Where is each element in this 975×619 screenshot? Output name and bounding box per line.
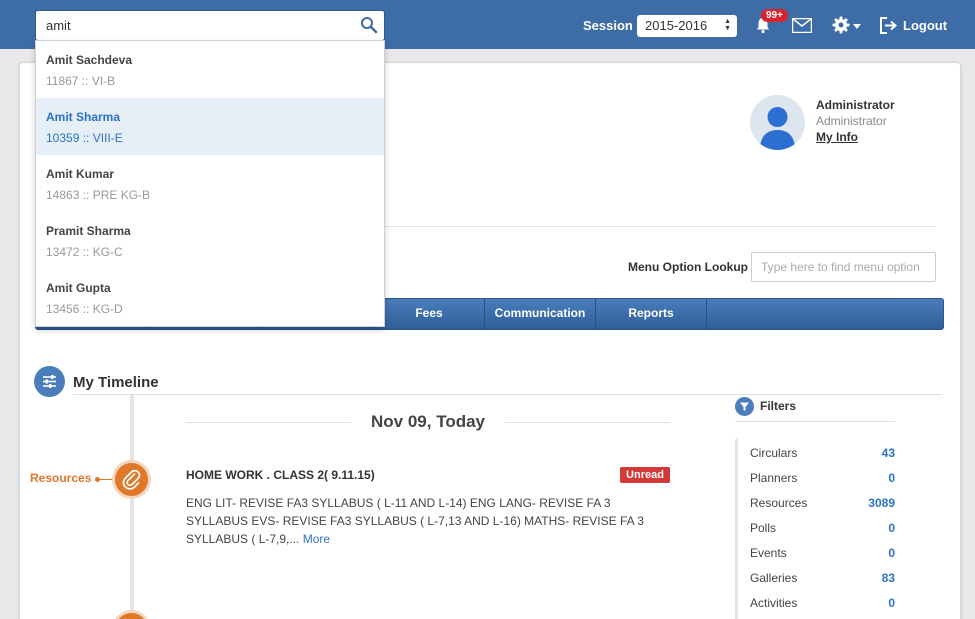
timeline-category-label: Resources xyxy=(30,471,92,485)
student-search-input[interactable] xyxy=(36,11,356,40)
profile-role: Administrator xyxy=(816,114,887,128)
search-suggestions-dropdown: Amit Sachdeva 11867 :: VI-B Amit Sharma … xyxy=(35,40,385,327)
notification-badge: 99+ xyxy=(761,9,788,22)
filter-count: 0 xyxy=(888,521,895,535)
filter-name: Galleries xyxy=(750,571,798,585)
suggestion-item[interactable]: Pramit Sharma 13472 :: KG-C xyxy=(36,212,384,269)
suggestion-name: Amit Gupta xyxy=(46,281,111,295)
filter-count: 3089 xyxy=(868,496,895,510)
post-body: ENG LIT- REVISE FA3 SYLLABUS ( L-11 AND … xyxy=(186,494,671,548)
timeline-title: My Timeline xyxy=(73,374,159,391)
filter-name: Resources xyxy=(750,496,808,510)
suggestion-detail: 13472 :: KG-C xyxy=(46,245,123,259)
select-arrows-icon: ▲ ▼ xyxy=(724,18,731,32)
filter-item-resources[interactable]: Resources 3089 xyxy=(750,491,895,511)
date-rule-right xyxy=(505,422,670,423)
filter-name: Polls xyxy=(750,521,777,535)
chevron-down-icon[interactable] xyxy=(853,24,861,29)
suggestion-item[interactable]: Amit Gupta 13456 :: KG-D xyxy=(36,269,384,326)
filter-count: 0 xyxy=(888,546,895,560)
filters-divider xyxy=(735,421,895,422)
menu-item-communication[interactable]: Communication xyxy=(485,299,596,329)
filters-side-bar xyxy=(735,439,738,619)
filter-item-activities[interactable]: Activities 0 xyxy=(750,591,895,611)
post-body-text: ENG LIT- REVISE FA3 SYLLABUS ( L-11 AND … xyxy=(186,496,644,546)
filter-name: Circulars xyxy=(750,446,798,460)
gear-icon[interactable] xyxy=(832,16,850,34)
post-title[interactable]: HOME WORK . CLASS 2( 9.11.15) xyxy=(186,468,375,482)
timeline-divider xyxy=(73,394,942,395)
suggestion-detail: 10359 :: VIII-E xyxy=(46,131,123,145)
session-label: Session xyxy=(583,18,633,33)
suggestion-item-highlighted[interactable]: Amit Sharma 10359 :: VIII-E xyxy=(36,98,384,155)
filter-name: Events xyxy=(750,546,787,560)
suggestion-item[interactable]: Amit Kumar 14863 :: PRE KG-B xyxy=(36,155,384,212)
filter-item-planners[interactable]: Planners 0 xyxy=(750,466,895,486)
menu-item-fees[interactable]: Fees xyxy=(374,299,485,329)
filter-item-events[interactable]: Events 0 xyxy=(750,541,895,561)
filter-name: Planners xyxy=(750,471,798,485)
search-icon[interactable] xyxy=(360,16,378,34)
filter-count: 0 xyxy=(888,596,895,610)
filter-count: 83 xyxy=(881,571,895,585)
filters-title: Filters xyxy=(760,399,797,413)
suggestion-detail: 11867 :: VI-B xyxy=(46,74,116,88)
suggestion-detail: 13456 :: KG-D xyxy=(46,302,123,316)
profile-name: Administrator xyxy=(816,98,895,112)
student-search-box xyxy=(35,10,385,41)
user-icon xyxy=(760,107,795,150)
avatar[interactable] xyxy=(750,95,805,150)
mail-icon[interactable] xyxy=(792,18,812,33)
filter-item-polls[interactable]: Polls 0 xyxy=(750,516,895,536)
menu-lookup-input[interactable] xyxy=(751,252,936,282)
timeline-track xyxy=(130,395,134,619)
paperclip-icon xyxy=(112,460,151,499)
filter-count: 0 xyxy=(888,471,895,485)
suggestion-name: Pramit Sharma xyxy=(46,224,131,238)
filter-count: 43 xyxy=(881,446,895,460)
filter-item-circulars[interactable]: Circulars 43 xyxy=(750,441,895,461)
menu-item-reports[interactable]: Reports xyxy=(596,299,707,329)
status-badge: Unread xyxy=(620,467,670,483)
suggestion-name: Amit Kumar xyxy=(46,167,115,181)
logout-button[interactable]: Logout xyxy=(903,18,947,33)
more-link[interactable]: More xyxy=(303,532,330,546)
suggestion-item[interactable]: Amit Sachdeva 11867 :: VI-B xyxy=(36,41,384,98)
suggestion-name: Amit Sharma xyxy=(46,110,121,124)
suggestion-name: Amit Sachdeva xyxy=(46,53,133,67)
filter-name: Activities xyxy=(750,596,798,610)
logout-icon[interactable] xyxy=(880,17,898,34)
my-info-link[interactable]: My Info xyxy=(816,130,858,144)
suggestion-detail: 14863 :: PRE KG-B xyxy=(46,188,151,202)
filter-item-galleries[interactable]: Galleries 83 xyxy=(750,566,895,586)
sliders-icon xyxy=(34,366,65,397)
menu-lookup-label: Menu Option Lookup xyxy=(628,260,748,274)
session-select[interactable]: 2015-2016 ▲ ▼ xyxy=(637,15,737,37)
session-selected-value: 2015-2016 xyxy=(645,18,708,33)
filter-icon xyxy=(735,397,754,416)
